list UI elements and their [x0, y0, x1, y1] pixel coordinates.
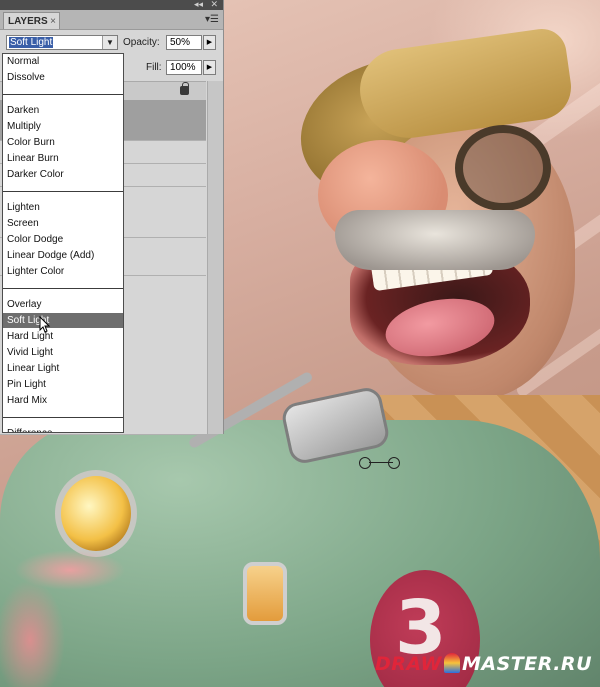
blend-mode-option[interactable]: Screen	[3, 216, 123, 231]
double-chevron-icon[interactable]: ◂◂	[194, 0, 203, 10]
blend-mode-option[interactable]: Vivid Light	[3, 345, 123, 360]
blend-mode-value: Soft Light	[9, 37, 54, 48]
blend-mode-option[interactable]: Soft Light	[3, 313, 123, 328]
watermark-draw: DRAW	[374, 653, 442, 675]
blend-mode-option[interactable]: Darken	[3, 103, 123, 118]
blend-mode-option[interactable]: Overlay	[3, 297, 123, 312]
close-icon[interactable]: ✕	[210, 0, 218, 10]
panel-title-strip: ◂◂ ✕	[0, 0, 223, 10]
tab-layers[interactable]: LAYERS ×	[3, 12, 60, 29]
blend-mode-option[interactable]: Hard Mix	[3, 393, 123, 408]
watermark: DRAW MASTER.RU	[375, 653, 592, 675]
blend-mode-option[interactable]: Lighten	[3, 200, 123, 215]
fill-label: Fill:	[146, 62, 162, 73]
layers-scrollbar[interactable]	[207, 81, 223, 434]
mustache	[335, 210, 535, 270]
blend-mode-option[interactable]: Color Burn	[3, 135, 123, 150]
blend-mode-option[interactable]: Linear Dodge (Add)	[3, 248, 123, 263]
parrot-logo-icon	[444, 653, 460, 673]
blend-mode-option[interactable]: Multiply	[3, 119, 123, 134]
menu-separator	[3, 288, 123, 289]
blend-mode-select[interactable]: Soft Light ▼	[6, 35, 118, 50]
panel-tab-row: LAYERS × ▾☰	[0, 10, 223, 30]
blend-mode-option[interactable]: Dissolve	[3, 70, 123, 85]
blend-mode-option[interactable]: Lighter Color	[3, 264, 123, 279]
pink-streamer	[0, 540, 150, 687]
menu-separator	[3, 417, 123, 418]
blend-mode-dropdown: Normal Dissolve Darken Multiply Color Burn Li…	[2, 53, 124, 433]
turn-indicator	[243, 562, 287, 625]
blend-mode-option[interactable]: Difference	[3, 426, 123, 432]
menu-separator	[3, 94, 123, 95]
goggles	[455, 125, 551, 211]
fill-slider-arrow-icon[interactable]: ▶	[203, 60, 216, 75]
lock-icon	[180, 82, 189, 95]
menu-separator	[3, 191, 123, 192]
blend-mode-option[interactable]: Darker Color	[3, 167, 123, 182]
path-anchor-point[interactable]	[388, 457, 400, 469]
chevron-down-icon[interactable]: ▼	[102, 36, 117, 49]
blend-mode-option[interactable]: Linear Burn	[3, 151, 123, 166]
blend-mode-option[interactable]: Pin Light	[3, 377, 123, 392]
opacity-field[interactable]: 50%	[166, 35, 202, 50]
fill-field[interactable]: 100%	[166, 60, 202, 75]
blend-mode-option[interactable]: Normal	[3, 54, 123, 69]
path-anchor-point[interactable]	[359, 457, 371, 469]
tab-close-icon[interactable]: ×	[50, 13, 56, 30]
tab-layers-label: LAYERS	[8, 16, 48, 27]
blend-mode-option[interactable]: Color Dodge	[3, 232, 123, 247]
panel-menu-icon[interactable]: ▾☰	[205, 14, 219, 25]
blend-mode-option[interactable]: Linear Light	[3, 361, 123, 376]
watermark-master: MASTER.RU	[462, 653, 592, 675]
blend-mode-option[interactable]: Hard Light	[3, 329, 123, 344]
opacity-label: Opacity:	[123, 37, 160, 48]
layers-panel: ◂◂ ✕ LAYERS × ▾☰ Soft Light ▼ Opacity: 5…	[0, 0, 224, 435]
opacity-slider-arrow-icon[interactable]: ▶	[203, 35, 216, 50]
blend-opacity-row: Soft Light ▼ Opacity: 50% ▶	[0, 33, 222, 53]
